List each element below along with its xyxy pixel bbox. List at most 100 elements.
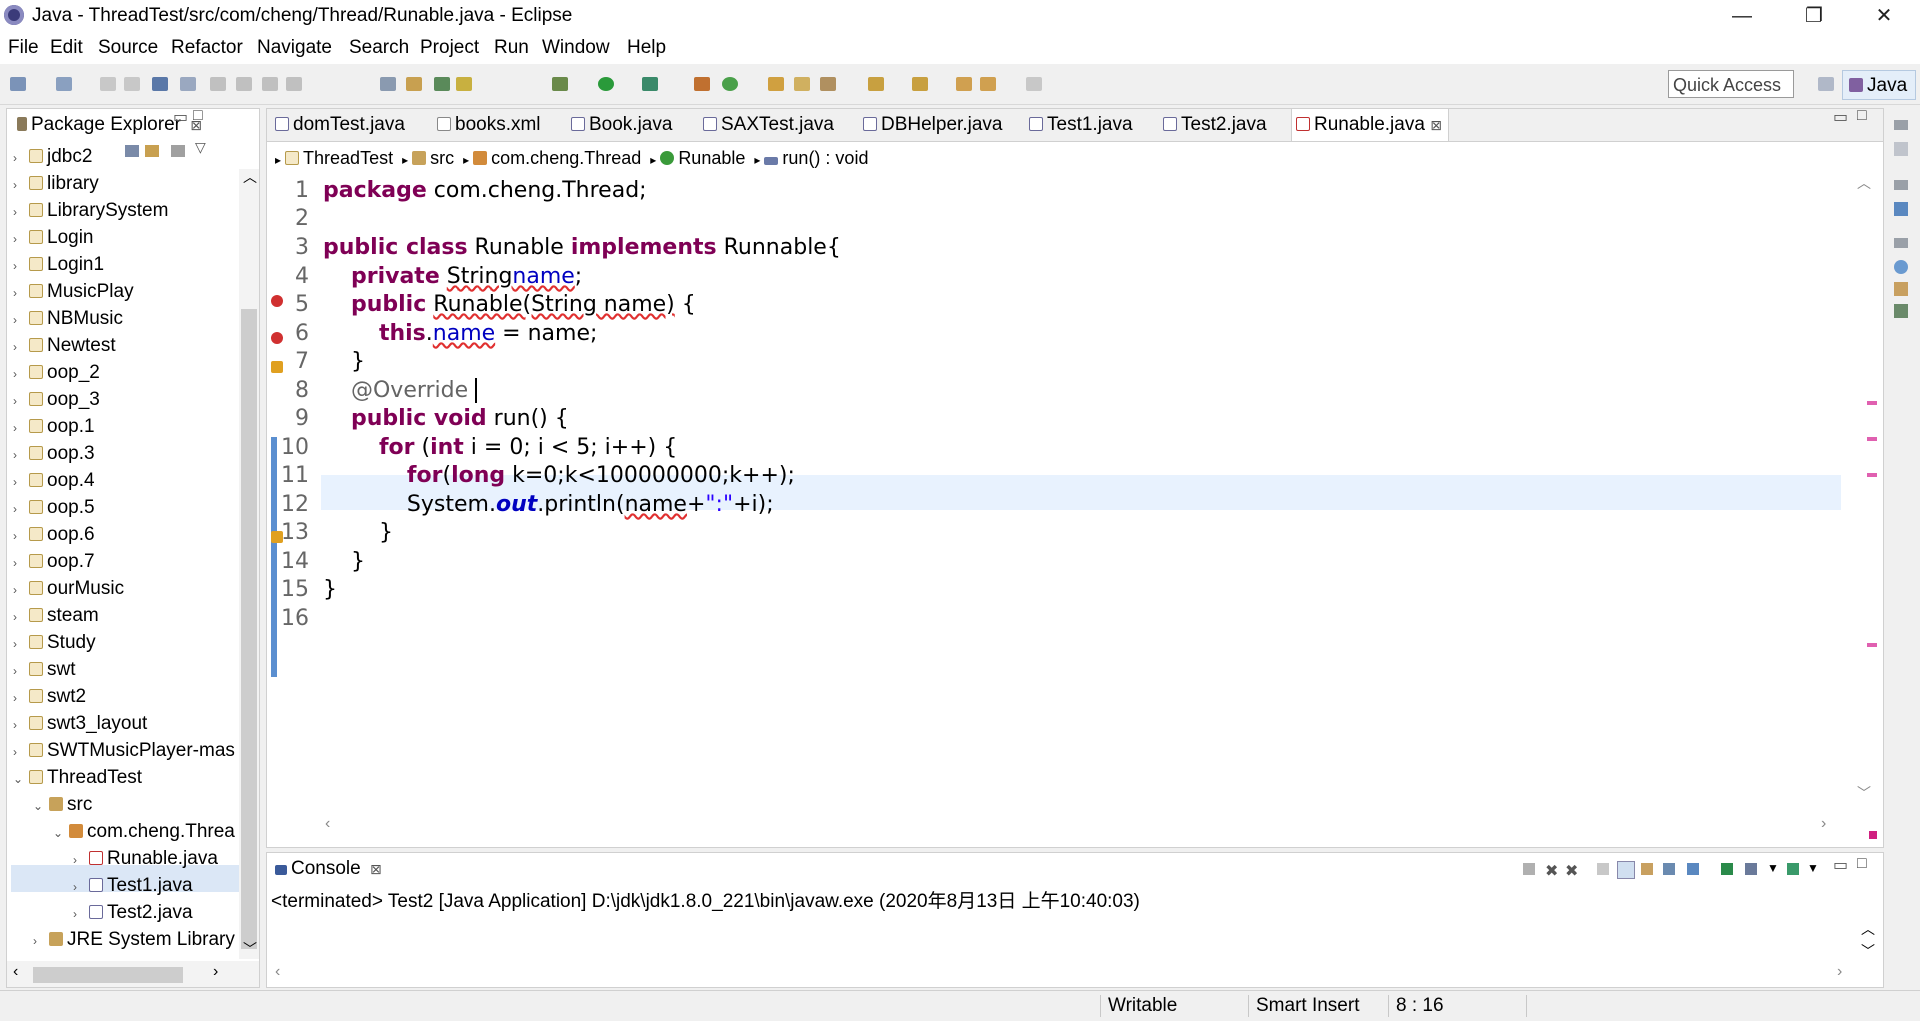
menu-window[interactable]: Window	[542, 37, 610, 59]
tree-item[interactable]: › MusicPlay	[13, 278, 134, 305]
dropdown-icon[interactable]: ▼	[1807, 861, 1819, 875]
tree-item[interactable]: › swt3_layout	[13, 710, 147, 737]
tree-item[interactable]: › swt2	[13, 683, 86, 710]
tree-item[interactable]: › SWTMusicPlayer-mas	[13, 737, 235, 764]
collapsed-chevron-icon[interactable]: ›	[13, 334, 29, 361]
collapsed-chevron-icon[interactable]: ›	[13, 253, 29, 280]
terminate-icon[interactable]	[262, 77, 278, 91]
minimize-stack-icon[interactable]	[1894, 120, 1908, 130]
collapsed-chevron-icon[interactable]: ›	[13, 280, 29, 307]
save-icon[interactable]	[100, 77, 116, 91]
display-console-icon[interactable]	[1745, 863, 1757, 875]
mark-occurrences-icon[interactable]	[434, 77, 450, 91]
tree-item[interactable]: › oop.4	[13, 467, 95, 494]
problems-indicator-icon[interactable]	[1869, 831, 1877, 839]
tree-item[interactable]: ⌄ com.cheng.Threa	[53, 818, 235, 845]
tree-item[interactable]: › Login	[13, 224, 94, 251]
collapsed-chevron-icon[interactable]: ›	[13, 469, 29, 496]
pin-icon[interactable]	[820, 77, 836, 91]
tab-test1[interactable]: Test1.java	[1025, 109, 1133, 141]
open-folder-icon[interactable]	[794, 77, 810, 91]
scroll-down-icon[interactable]: ﹀	[1857, 783, 1871, 803]
breadcrumb-class[interactable]: Runable	[678, 148, 745, 168]
tree-item[interactable]: › oop_2	[13, 359, 100, 386]
tab-dbhelper[interactable]: DBHelper.java	[859, 109, 1002, 141]
breadcrumb-project[interactable]: ThreadTest	[303, 148, 393, 168]
scroll-right-icon[interactable]: ›	[213, 963, 218, 981]
tree-item[interactable]: › swt	[13, 656, 76, 683]
minimize-view-icon[interactable]: ▭	[173, 107, 188, 127]
code-area[interactable]: 1 package com.cheng.Thread; 2 3 public cla…	[267, 173, 1877, 813]
collapsed-chevron-icon[interactable]: ›	[13, 685, 29, 712]
javadoc-icon[interactable]	[1894, 260, 1908, 274]
editor-horizontal-scrollbar[interactable]: ‹ ›	[321, 815, 1851, 839]
scroll-lock-icon[interactable]	[1617, 861, 1635, 879]
tree-item[interactable]: › NBMusic	[13, 305, 123, 332]
maximize-button[interactable]: ❐	[1786, 0, 1842, 34]
open-perspective-icon[interactable]	[1818, 77, 1834, 91]
collapsed-chevron-icon[interactable]: ›	[13, 550, 29, 577]
menu-refactor[interactable]: Refactor	[171, 37, 243, 59]
expanded-chevron-icon[interactable]: ⌄	[33, 793, 49, 820]
collapsed-chevron-icon[interactable]: ›	[13, 415, 29, 442]
minimize-stack-icon[interactable]	[1894, 180, 1908, 190]
minimize-stack-icon[interactable]	[1894, 238, 1908, 248]
menu-source[interactable]: Source	[98, 37, 158, 59]
scroll-right-icon[interactable]: ›	[1821, 815, 1826, 833]
collapse-all-icon[interactable]	[125, 145, 139, 157]
collapsed-chevron-icon[interactable]: ›	[13, 361, 29, 388]
collapsed-chevron-icon[interactable]: ›	[13, 442, 29, 469]
collapsed-chevron-icon[interactable]: ›	[13, 172, 29, 199]
collapsed-chevron-icon[interactable]: ›	[13, 523, 29, 550]
breadcrumb-src[interactable]: src	[430, 148, 454, 168]
console-output[interactable]: <terminated> Test2 [Java Application] D:…	[271, 887, 1140, 917]
tree-item[interactable]: › oop.3	[13, 440, 95, 467]
new-project-icon[interactable]	[56, 77, 72, 91]
menu-search[interactable]: Search	[349, 37, 409, 59]
maximize-editor-icon[interactable]: □	[1857, 107, 1867, 125]
menu-project[interactable]: Project	[420, 37, 479, 59]
maximize-view-icon[interactable]: □	[193, 107, 203, 125]
java-perspective-button[interactable]: Java	[1842, 70, 1916, 100]
tab-saxtest[interactable]: SAXTest.java	[699, 109, 834, 141]
collapsed-chevron-icon[interactable]: ›	[13, 226, 29, 253]
declaration-icon[interactable]	[1894, 282, 1908, 296]
minimize-editor-icon[interactable]: ▭	[1833, 107, 1848, 127]
scroll-left-icon[interactable]: ‹	[13, 963, 18, 981]
tab-runable[interactable]: Runable.java ⊠	[1291, 109, 1449, 141]
tree-item[interactable]: › oop_3	[13, 386, 100, 413]
collapsed-chevron-icon[interactable]: ›	[13, 631, 29, 658]
tree-item[interactable]: › jdbc2	[13, 143, 92, 170]
collapsed-chevron-icon[interactable]: ›	[13, 307, 29, 334]
link-with-editor-icon[interactable]	[145, 145, 159, 157]
tree-item[interactable]: › steam	[13, 602, 99, 629]
collapsed-chevron-icon[interactable]: ›	[13, 604, 29, 631]
menu-file[interactable]: File	[8, 37, 39, 59]
next-annotation-icon[interactable]	[868, 77, 884, 91]
minimize-button[interactable]: —	[1714, 0, 1770, 34]
previous-annotation-icon[interactable]	[912, 77, 928, 91]
tree-item[interactable]: › oop.1	[13, 413, 95, 440]
menu-help[interactable]: Help	[627, 37, 666, 59]
collapsed-chevron-icon[interactable]: ›	[73, 901, 89, 928]
save-all-icon[interactable]	[124, 77, 140, 91]
expanded-chevron-icon[interactable]: ⌄	[13, 766, 29, 793]
new-class-icon[interactable]	[722, 77, 738, 91]
tree-item[interactable]: › oop.6	[13, 521, 95, 548]
collapsed-chevron-icon[interactable]: ›	[13, 199, 29, 226]
scroll-up-icon[interactable]: ︿	[243, 167, 257, 187]
breadcrumb-package[interactable]: com.cheng.Thread	[491, 148, 641, 168]
debug-icon[interactable]	[552, 77, 568, 91]
collapsed-chevron-icon[interactable]: ›	[33, 928, 49, 955]
problems-icon[interactable]	[1894, 304, 1908, 318]
task-list-icon[interactable]	[1894, 142, 1908, 156]
view-menu-icon[interactable]: ▽	[195, 139, 206, 156]
collapsed-chevron-icon[interactable]: ›	[13, 658, 29, 685]
tree-item[interactable]: › oop.5	[13, 494, 95, 521]
menu-navigate[interactable]: Navigate	[257, 37, 332, 59]
tree-item[interactable]: › LibrarySystem	[13, 197, 168, 224]
collapsed-chevron-icon[interactable]: ›	[73, 847, 89, 874]
scroll-down-icon[interactable]: ﹀	[243, 939, 257, 959]
coverage-icon[interactable]	[642, 77, 658, 91]
minimize-view-icon[interactable]: ▭	[1833, 855, 1848, 875]
